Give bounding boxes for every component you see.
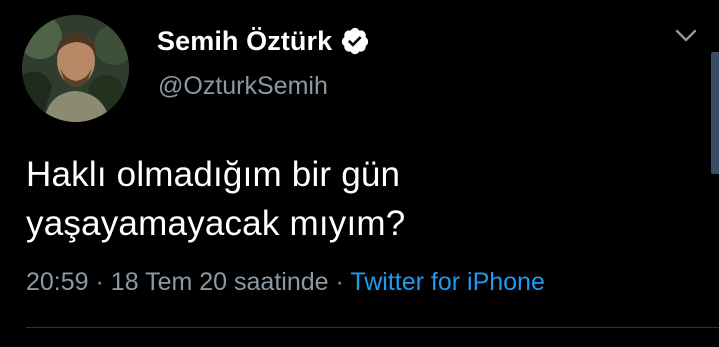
chevron-down-icon[interactable]: [674, 27, 698, 45]
tweet-time[interactable]: 20:59: [26, 268, 89, 296]
tweet-date[interactable]: 18 Tem 20 saatinde: [111, 268, 329, 296]
tweet-card: Semih Öztürk @OzturkSemih Haklı olmadığı…: [0, 0, 719, 347]
meta-separator: ·: [95, 268, 104, 296]
tweet-text-line: yaşayamayacak mıyım?: [26, 204, 406, 243]
display-name[interactable]: Semih Öztürk: [157, 26, 332, 57]
user-handle[interactable]: @OzturkSemih: [158, 72, 328, 101]
scrollbar[interactable]: [711, 52, 719, 174]
tweet-meta: 20:59 · 18 Tem 20 saatinde · Twitter for…: [26, 268, 545, 297]
avatar[interactable]: [22, 15, 129, 122]
tweet-text: Haklı olmadığım bir gün yaşayamayacak mı…: [26, 150, 666, 248]
avatar-photo: [22, 15, 129, 122]
tweet-text-line: Haklı olmadığım bir gün: [26, 155, 401, 194]
meta-separator: ·: [335, 268, 344, 296]
verified-badge-icon: [340, 26, 370, 56]
author-name-row[interactable]: Semih Öztürk: [157, 22, 370, 60]
tweet-source-link[interactable]: Twitter for iPhone: [350, 268, 545, 296]
divider: [26, 327, 719, 328]
